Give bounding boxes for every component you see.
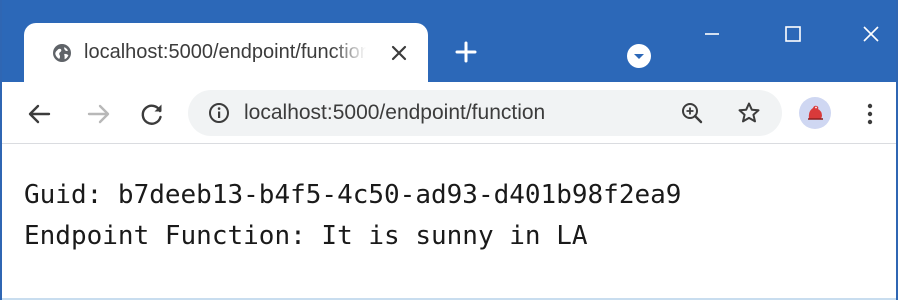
close-icon[interactable] bbox=[389, 43, 409, 63]
url-text: localhost:5000/endpoint/function bbox=[244, 101, 546, 124]
address-bar[interactable]: localhost:5000/endpoint/function bbox=[188, 90, 782, 136]
arrow-left-icon[interactable] bbox=[26, 100, 54, 128]
tab-strip: localhost:5000/endpoint/function bbox=[2, 0, 896, 82]
minimize-icon[interactable] bbox=[700, 22, 724, 46]
guid-text: Guid: b7deeb13-b4f5-4c50-ad93-d401b98f2e… bbox=[24, 180, 682, 210]
page-content: Guid: b7deeb13-b4f5-4c50-ad93-d401b98f2e… bbox=[2, 144, 896, 300]
star-icon[interactable] bbox=[737, 101, 761, 125]
arrow-right-icon[interactable] bbox=[84, 100, 112, 128]
info-icon[interactable] bbox=[208, 102, 230, 124]
maximize-icon[interactable] bbox=[781, 22, 805, 46]
plus-icon[interactable] bbox=[454, 40, 478, 64]
endpoint-function-text: Endpoint Function: It is sunny in LA bbox=[24, 221, 588, 251]
tab-title: localhost:5000/endpoint/function bbox=[84, 41, 366, 63]
avatar[interactable] bbox=[799, 97, 831, 129]
zoom-icon[interactable] bbox=[681, 102, 703, 124]
window-close-icon[interactable] bbox=[859, 22, 883, 46]
browser-window: localhost:5000/endpoint/function localho… bbox=[0, 0, 898, 300]
globe-icon bbox=[52, 43, 72, 63]
more-vertical-icon[interactable] bbox=[862, 100, 878, 128]
tab-active[interactable]: localhost:5000/endpoint/function bbox=[24, 23, 428, 82]
reload-icon[interactable] bbox=[138, 100, 166, 128]
chevron-down-icon[interactable] bbox=[626, 43, 652, 69]
toolbar: localhost:5000/endpoint/function bbox=[2, 82, 896, 144]
